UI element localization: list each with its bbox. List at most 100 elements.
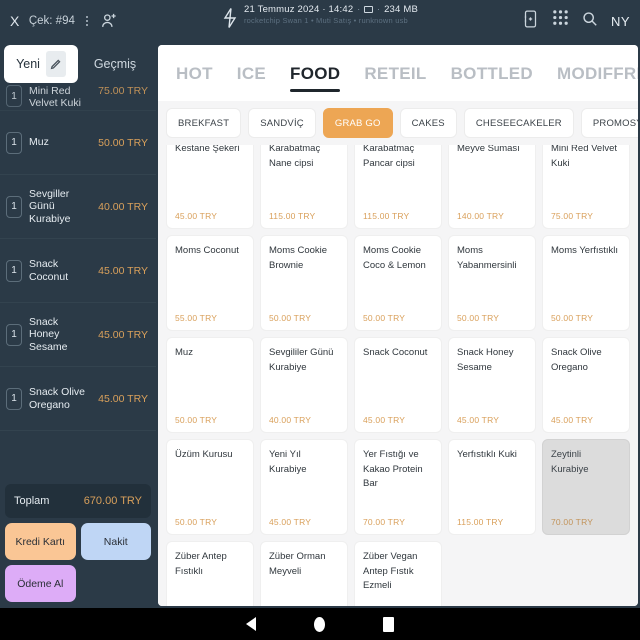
- brand-logo-icon: [222, 7, 238, 29]
- cart-item-row[interactable]: 1 Snack Honey Sesame 45.00 TRY: [0, 303, 156, 367]
- top-bar-right-group: NY: [522, 9, 630, 34]
- product-price: 45.00 TRY: [269, 517, 312, 527]
- product-price: 50.00 TRY: [551, 313, 594, 323]
- product-name: Sevgililer Günü Kurabiye: [269, 347, 334, 373]
- edit-pencil-icon[interactable]: [45, 51, 66, 77]
- product-card[interactable]: Züber Vegan Antep Fıstık Ezmeli: [354, 541, 442, 606]
- product-card[interactable]: Moms Coconut 55.00 TRY: [166, 235, 254, 331]
- product-card[interactable]: Yeni Yıl Kurabiye 45.00 TRY: [260, 439, 348, 535]
- product-card[interactable]: Üzüm Kurusu 50.00 TRY: [166, 439, 254, 535]
- close-icon[interactable]: X: [10, 13, 20, 29]
- tab-ice[interactable]: ICE: [237, 50, 266, 96]
- more-options-icon[interactable]: [84, 16, 90, 26]
- product-card[interactable]: Snack Olive Oregano 45.00 TRY: [542, 337, 630, 433]
- tab-modiffres[interactable]: MODIFFRES: [557, 50, 638, 96]
- recent-apps-icon[interactable]: [383, 616, 394, 632]
- cart-item-quantity[interactable]: 1: [6, 323, 22, 346]
- chip-cheseecakeler[interactable]: CHESEECAKELER: [463, 108, 574, 138]
- search-icon[interactable]: [582, 11, 598, 32]
- product-price: 45.00 TRY: [175, 211, 218, 221]
- chip-sandvi-[interactable]: SANDVİÇ: [248, 108, 316, 138]
- product-name: Moms Cookie Coco & Lemon: [363, 245, 426, 271]
- product-card[interactable]: Karabatmaç Nane cipsi 115.00 TRY: [260, 145, 348, 229]
- cart-item-name: Snack Honey Sesame: [29, 316, 68, 353]
- product-price: 40.00 TRY: [269, 415, 312, 425]
- home-icon[interactable]: [314, 616, 325, 632]
- cart-item-price: 50.00 TRY: [98, 136, 148, 149]
- tab-bottled[interactable]: BOTTLED: [451, 50, 533, 96]
- user-avatar[interactable]: NY: [611, 14, 630, 29]
- product-card[interactable]: Karabatmaç Pancar cipsi 115.00 TRY: [354, 145, 442, 229]
- product-card[interactable]: Snack Coconut 45.00 TRY: [354, 337, 442, 433]
- product-card[interactable]: Kestane Şekeri 45.00 TRY: [166, 145, 254, 229]
- cart-item-quantity[interactable]: 1: [6, 259, 22, 282]
- cart-item-quantity[interactable]: 1: [6, 131, 22, 154]
- product-name: Züber Vegan Antep Fıstık Ezmeli: [363, 551, 418, 592]
- chip-brekfast[interactable]: BREKFAST: [166, 108, 242, 138]
- product-card[interactable]: Moms Cookie Brownie 50.00 TRY: [260, 235, 348, 331]
- cart-item-row[interactable]: 1 Snack Coconut 45.00 TRY: [0, 239, 156, 303]
- catalog-panel: HOT ICE FOOD RETEIL BOTTLED MODIFFRES BREKFAS…: [158, 45, 638, 606]
- product-card[interactable]: Yerfıstıklı Kuki 115.00 TRY: [448, 439, 536, 535]
- product-card[interactable]: Moms Cookie Coco & Lemon 50.00 TRY: [354, 235, 442, 331]
- product-name: Yeni Yıl Kurabiye: [269, 449, 307, 475]
- separator-dot: ·: [357, 5, 361, 14]
- session-status-line: 21 Temmuz 2024 · 14:42 · · 234 MB: [244, 4, 418, 15]
- cart-item-row[interactable]: 1 Snack Olive Oregano 45.00 TRY: [0, 367, 156, 431]
- product-grid: Kestane Şekeri 45.00 TRY Karabatmaç Nane c…: [166, 145, 630, 606]
- top-bar-left-group: X Çek: #94: [10, 11, 119, 31]
- add-customer-icon[interactable]: [99, 11, 119, 31]
- payment-button--deme-al[interactable]: Ödeme Al: [5, 565, 76, 602]
- product-price: 50.00 TRY: [363, 313, 406, 323]
- product-card[interactable]: Muz 50.00 TRY: [166, 337, 254, 433]
- cart-item-quantity[interactable]: 1: [6, 387, 22, 410]
- product-card[interactable]: Snack Honey Sesame 45.00 TRY: [448, 337, 536, 433]
- product-name: Kestane Şekeri: [175, 145, 240, 154]
- product-name: Snack Olive Oregano: [551, 347, 602, 373]
- product-card[interactable]: Züber Orman Meyveli: [260, 541, 348, 606]
- product-card[interactable]: Moms Yerfıstıklı 50.00 TRY: [542, 235, 630, 331]
- product-card[interactable]: Yer Fıstığı ve Kakao Protein Bar 70.00 TR…: [354, 439, 442, 535]
- product-card[interactable]: Zeytinli Kurabiye 70.00 TRY: [542, 439, 630, 535]
- product-name: Züber Orman Meyveli: [269, 551, 326, 577]
- product-grid-scroll[interactable]: Kestane Şekeri 45.00 TRY Karabatmaç Nane c…: [158, 145, 638, 606]
- payment-button-kredi-kart-[interactable]: Kredi Kartı: [5, 523, 76, 560]
- dialpad-icon[interactable]: [552, 9, 569, 33]
- cart-item-name: Snack Coconut: [29, 258, 69, 283]
- pos-app-window: X Çek: #94 21 Temmuz 2024 · 14:42 · · 23…: [0, 0, 640, 640]
- product-card[interactable]: Moms Yabanmersinli 50.00 TRY: [448, 235, 536, 331]
- tab-food[interactable]: FOOD: [290, 50, 341, 96]
- product-card[interactable]: Sevgililer Günü Kurabiye 40.00 TRY: [260, 337, 348, 433]
- product-price: 140.00 TRY: [457, 211, 505, 221]
- product-card[interactable]: Züber Antep Fıstıklı: [166, 541, 254, 606]
- tab-yeni[interactable]: Yeni: [4, 45, 78, 83]
- tab-reteil[interactable]: RETEIL: [364, 50, 426, 96]
- chip-grab-go[interactable]: GRAB GO: [322, 108, 393, 138]
- product-card[interactable]: Mini Red Velvet Kuki 75.00 TRY: [542, 145, 630, 229]
- payment-button-nakit[interactable]: Nakit: [80, 523, 151, 560]
- tab-hot[interactable]: HOT: [176, 50, 213, 96]
- device-add-icon[interactable]: [522, 9, 539, 34]
- product-name: Karabatmaç Pancar cipsi: [363, 145, 415, 169]
- cart-item-quantity[interactable]: 1: [6, 85, 22, 107]
- chip-promosyon[interactable]: PROMOSYON: [580, 108, 638, 138]
- cart-item-price: 40.00 TRY: [98, 200, 148, 213]
- back-icon[interactable]: [246, 617, 256, 631]
- product-name: Snack Coconut: [363, 347, 428, 358]
- datetime-label: 21 Temmuz 2024 · 14:42: [243, 4, 354, 15]
- cart-item-quantity[interactable]: 1: [6, 195, 22, 218]
- chip-cakes[interactable]: CAKES: [399, 108, 457, 138]
- cart-item-list[interactable]: 1 Mini Red Velvet Kuki 75.00 TRY 1 Muz 50.00 …: [0, 85, 156, 480]
- cart-item-price: 75.00 TRY: [98, 85, 148, 97]
- separator-dot-2: ·: [377, 5, 381, 14]
- product-name: Muz: [175, 347, 193, 358]
- check-number-label[interactable]: Çek: #94: [29, 15, 75, 27]
- tab-gecmis[interactable]: Geçmiş: [78, 45, 152, 83]
- product-name: Mini Red Velvet Kuki: [551, 145, 618, 169]
- product-card[interactable]: Meyve Suması 140.00 TRY: [448, 145, 536, 229]
- product-price: 50.00 TRY: [175, 415, 218, 425]
- cart-item-row[interactable]: 1 Muz 50.00 TRY: [0, 111, 156, 175]
- cart-item-row[interactable]: 1 Mini Red Velvet Kuki 75.00 TRY: [0, 85, 156, 111]
- product-price: 45.00 TRY: [457, 415, 500, 425]
- cart-item-row[interactable]: 1 Sevgiller Günü Kurabiye 40.00 TRY: [0, 175, 156, 239]
